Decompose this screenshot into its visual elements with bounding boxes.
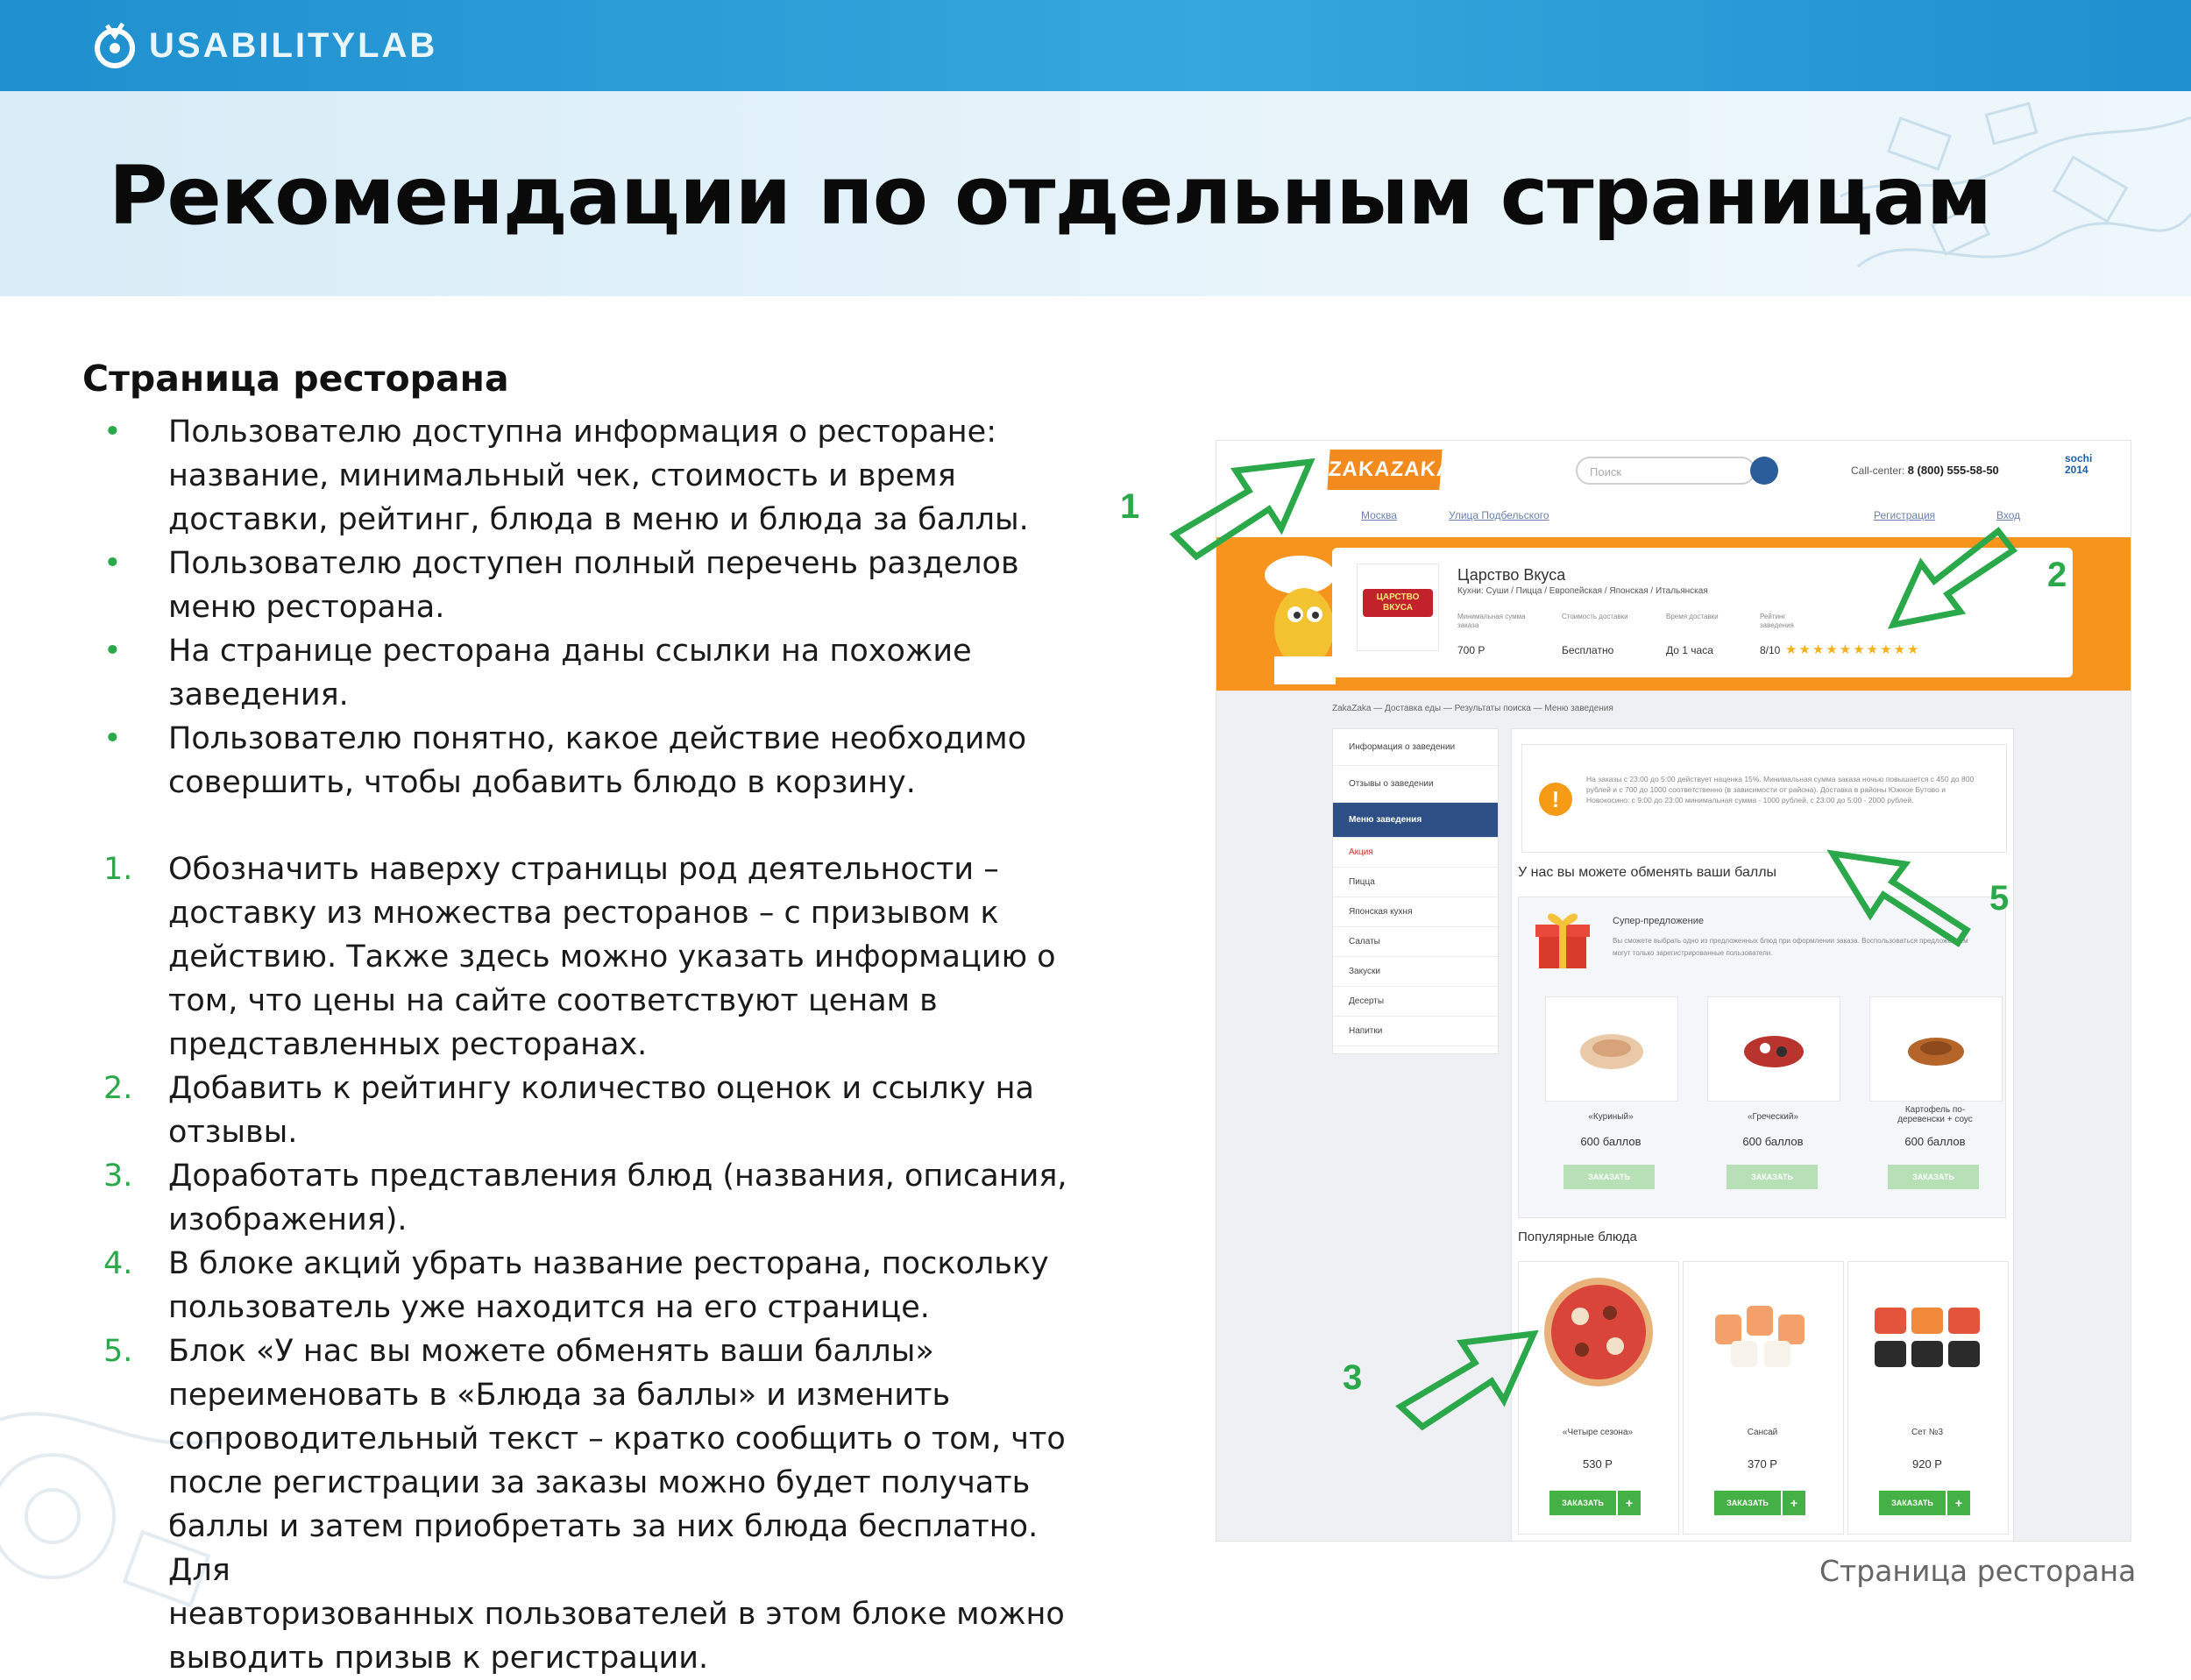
popular-dish-name: Сансай: [1747, 1428, 1778, 1437]
call-center: Call-center: 8 (800) 555-58-50: [1851, 464, 1999, 477]
callout-2: 2: [2047, 556, 2067, 594]
points-dish-card[interactable]: [1869, 996, 2003, 1102]
order-button[interactable]: ЗАКАЗАТЬ: [1714, 1491, 1781, 1515]
bullet-icon: •: [103, 721, 122, 756]
section-heading: Страница ресторана: [82, 358, 509, 400]
arrow-2-icon: [1887, 527, 2018, 629]
warning-icon: !: [1539, 783, 1572, 816]
points-dish-name: «Греческий»: [1747, 1112, 1799, 1122]
sidebar-item-info[interactable]: Информация о заведении: [1333, 729, 1498, 766]
logo-text: USABILITYLAB: [149, 25, 438, 65]
rating-stars-icon: ★★★★★★★★★★: [1785, 642, 1921, 657]
pizza-image-icon: [1544, 1278, 1653, 1386]
points-dish-card[interactable]: [1545, 996, 1678, 1102]
callout-1: 1: [1120, 487, 1140, 526]
bullet-icon: •: [103, 546, 122, 581]
order-button[interactable]: ЗАКАЗАТЬ: [1563, 1165, 1655, 1189]
zakazaka-logo[interactable]: ZAKAZAKA: [1327, 450, 1453, 490]
bullet-icon: •: [103, 415, 122, 450]
rating-value: 8/10: [1760, 644, 1781, 656]
sochi-logo: sochi 2014: [2065, 452, 2093, 476]
dish-image-icon: [1744, 1036, 1804, 1067]
stat-value: До 1 часа: [1666, 644, 1713, 656]
gift-icon: [1535, 913, 1590, 968]
sidebar-item-desserts[interactable]: Десерты: [1333, 987, 1498, 1017]
restaurant-logo: ЦАРСТВО ВКУСА: [1357, 564, 1439, 651]
breadcrumb[interactable]: ZakaZaka — Доставка еды — Результаты пои…: [1332, 704, 1613, 713]
promo-title: Супер-предложение: [1613, 916, 1705, 926]
top-bar: USABILITYLAB: [0, 0, 2191, 91]
menu-sidebar: Информация о заведении Отзывы о заведени…: [1332, 728, 1499, 1054]
sidebar-item-reviews[interactable]: Отзывы о заведении: [1333, 766, 1498, 803]
order-button[interactable]: ЗАКАЗАТЬ: [1888, 1165, 1979, 1189]
callout-3: 3: [1343, 1358, 1363, 1397]
order-button[interactable]: ЗАКАЗАТЬ: [1549, 1491, 1616, 1515]
popular-dish-price: 530 Р: [1583, 1457, 1613, 1471]
notice-text: На заказы с 23:00 до 5:00 действует наце…: [1586, 775, 1975, 805]
stat-label: Стоимость доставки: [1562, 613, 1628, 620]
points-section-title: У нас вы можете обменять ваши баллы: [1518, 865, 1777, 880]
stat-value: Бесплатно: [1562, 644, 1614, 656]
points-dish-price: 600 баллов: [1580, 1135, 1641, 1148]
points-dish-card[interactable]: [1707, 996, 1840, 1102]
arrow-1-icon: [1169, 457, 1315, 561]
popular-dish-price: 920 Р: [1912, 1457, 1942, 1471]
stat-value: 700 Р: [1457, 644, 1485, 656]
usabilitylab-logo-icon: [95, 22, 135, 68]
city-link[interactable]: Москва: [1361, 509, 1397, 521]
sushi-image-icon: [1715, 1306, 1805, 1367]
search-icon[interactable]: [1750, 457, 1778, 485]
restaurant-name: Царство Вкуса: [1457, 566, 1566, 584]
restaurant-kitchen: Кухни: Суши / Пицца / Европейская / Япон…: [1457, 586, 1708, 596]
sidebar-item-drinks[interactable]: Напитки: [1333, 1017, 1498, 1046]
popular-dish-name: Сет №3: [1911, 1428, 1944, 1437]
callout-5: 5: [1989, 879, 2010, 918]
arrow-3-icon: [1395, 1329, 1539, 1431]
order-button[interactable]: ЗАКАЗАТЬ: [1727, 1165, 1818, 1189]
arrow-5-icon: [1827, 849, 1971, 947]
points-dish-name: «Куриный»: [1588, 1112, 1634, 1122]
sidebar-item-snacks[interactable]: Закуски: [1333, 957, 1498, 987]
bullet-icon: •: [103, 634, 122, 669]
add-to-cart-button[interactable]: +: [1783, 1491, 1805, 1515]
order-button[interactable]: ЗАКАЗАТЬ: [1879, 1491, 1946, 1515]
figure-caption: Страница ресторана: [1819, 1554, 2137, 1588]
stat-label: Время доставки: [1666, 613, 1719, 620]
dish-image-icon: [1580, 1034, 1643, 1069]
popular-dish-name: «Четыре сезона»: [1562, 1428, 1634, 1437]
street-link[interactable]: Улица Подбельского: [1449, 509, 1549, 521]
register-link[interactable]: Регистрация: [1874, 509, 1935, 521]
page-title: Рекомендации по отдельным страницам: [109, 149, 1992, 243]
points-dish-price: 600 баллов: [1742, 1135, 1804, 1148]
points-dish-name: Картофель по-деревенски + соус: [1897, 1105, 1973, 1124]
sushi-set-image-icon: [1875, 1308, 1980, 1367]
add-to-cart-button[interactable]: +: [1947, 1491, 1970, 1515]
add-to-cart-button[interactable]: +: [1618, 1491, 1641, 1515]
sidebar-item-salads[interactable]: Салаты: [1333, 927, 1498, 957]
dish-image-icon: [1908, 1038, 1964, 1066]
popular-section-title: Популярные блюда: [1518, 1230, 1637, 1244]
logo: USABILITYLAB: [88, 12, 437, 79]
stat-label: Рейтинг заведения: [1760, 613, 1794, 629]
points-dish-price: 600 баллов: [1904, 1135, 1966, 1148]
popular-dish-price: 370 Р: [1748, 1457, 1777, 1471]
sidebar-item-menu[interactable]: Меню заведения: [1333, 803, 1498, 838]
sidebar-item-pizza[interactable]: Пицца: [1333, 868, 1498, 897]
search-input[interactable]: Поиск: [1576, 457, 1755, 485]
login-link[interactable]: Вход: [1996, 509, 2020, 521]
stat-label: Минимальная сумма заказа: [1457, 613, 1526, 629]
sidebar-item-japanese[interactable]: Японская кухня: [1333, 897, 1498, 927]
sidebar-item-promo[interactable]: Акция: [1333, 838, 1498, 868]
